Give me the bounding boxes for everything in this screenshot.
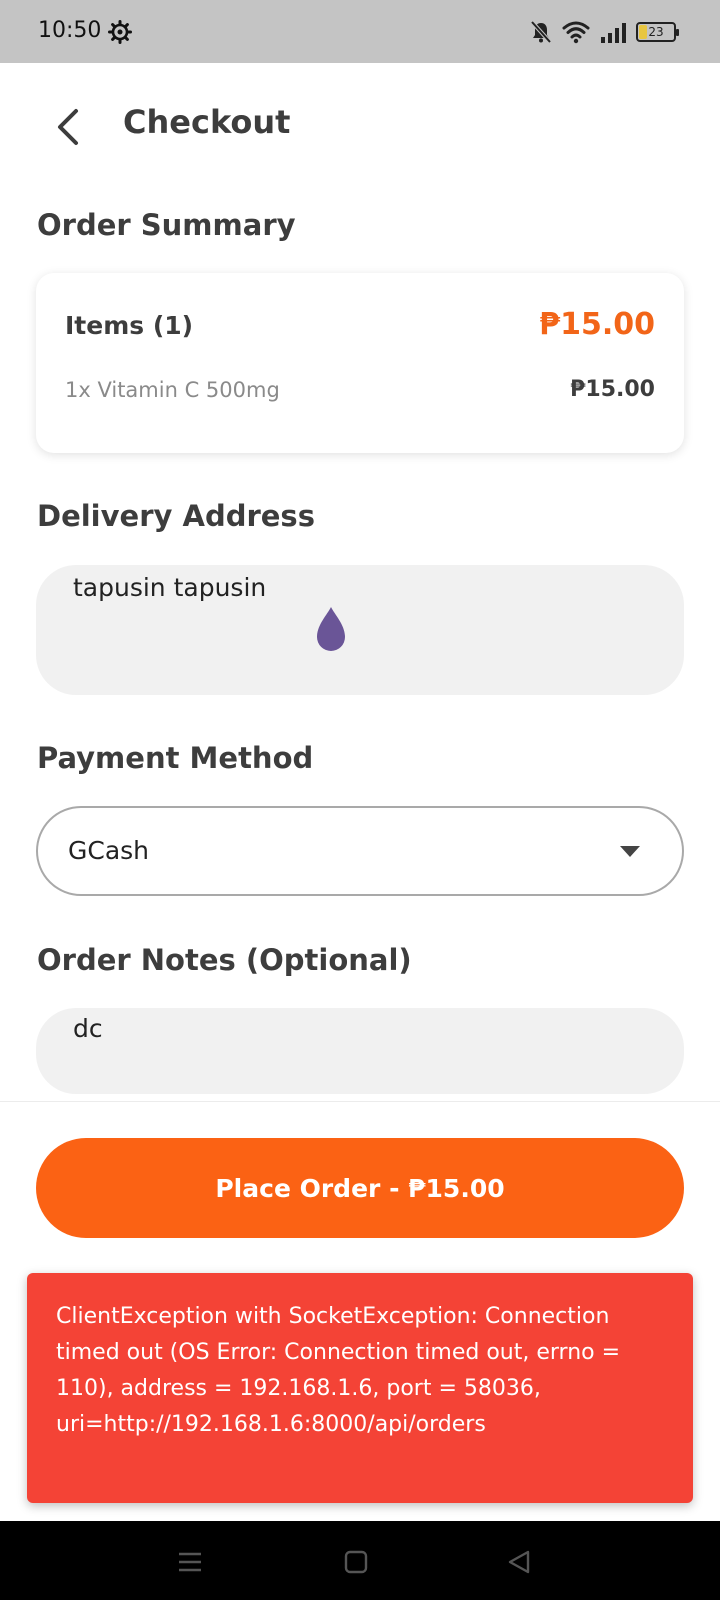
order-summary-card: Items (1) ₱15.00 1x Vitamin C 500mg ₱15.… xyxy=(36,273,684,453)
payment-method-title: Payment Method xyxy=(37,741,314,775)
order-summary-title: Order Summary xyxy=(37,208,296,242)
system-nav-bar xyxy=(0,1521,720,1600)
chevron-left-icon xyxy=(58,109,78,145)
status-icons: 23 xyxy=(530,18,679,46)
delivery-address-title: Delivery Address xyxy=(37,499,315,533)
order-line-price: ₱15.00 xyxy=(570,377,655,402)
wifi-icon xyxy=(562,21,590,44)
menu-icon[interactable] xyxy=(175,1547,205,1577)
payment-method-value: GCash xyxy=(68,836,150,865)
delivery-address-field[interactable]: tapusin tapusin xyxy=(36,565,684,695)
home-square-icon[interactable] xyxy=(341,1547,371,1577)
app-header: Checkout xyxy=(0,63,720,183)
status-time: 10:50 xyxy=(38,18,102,43)
items-count-label: Items (1) xyxy=(65,311,194,340)
caret-down-icon xyxy=(620,846,640,857)
bottom-action-bar: Place Order - ₱15.00 xyxy=(0,1101,720,1273)
back-button[interactable] xyxy=(40,99,96,155)
error-snackbar: ClientException with SocketException: Co… xyxy=(27,1273,693,1503)
order-notes-field[interactable]: dc xyxy=(36,1008,684,1094)
delivery-address-value: tapusin tapusin xyxy=(73,573,267,602)
battery-icon: 23 xyxy=(636,22,679,42)
status-bar: 10:50 23 xyxy=(0,0,720,63)
gear-icon xyxy=(108,20,132,44)
order-line-name: 1x Vitamin C 500mg xyxy=(65,378,280,402)
error-message: ClientException with SocketException: Co… xyxy=(56,1304,621,1437)
payment-method-select[interactable]: GCash xyxy=(36,806,684,896)
bell-off-icon xyxy=(530,20,552,44)
back-triangle-icon[interactable] xyxy=(504,1547,534,1577)
place-order-button[interactable]: Place Order - ₱15.00 xyxy=(36,1138,684,1238)
battery-level: 23 xyxy=(648,25,664,39)
order-notes-title: Order Notes (Optional) xyxy=(37,943,412,977)
text-cursor-handle-icon[interactable] xyxy=(311,605,351,655)
items-total-price: ₱15.00 xyxy=(539,307,655,342)
order-notes-value: dc xyxy=(73,1014,103,1043)
signal-icon xyxy=(601,23,626,43)
page-title: Checkout xyxy=(123,103,291,141)
